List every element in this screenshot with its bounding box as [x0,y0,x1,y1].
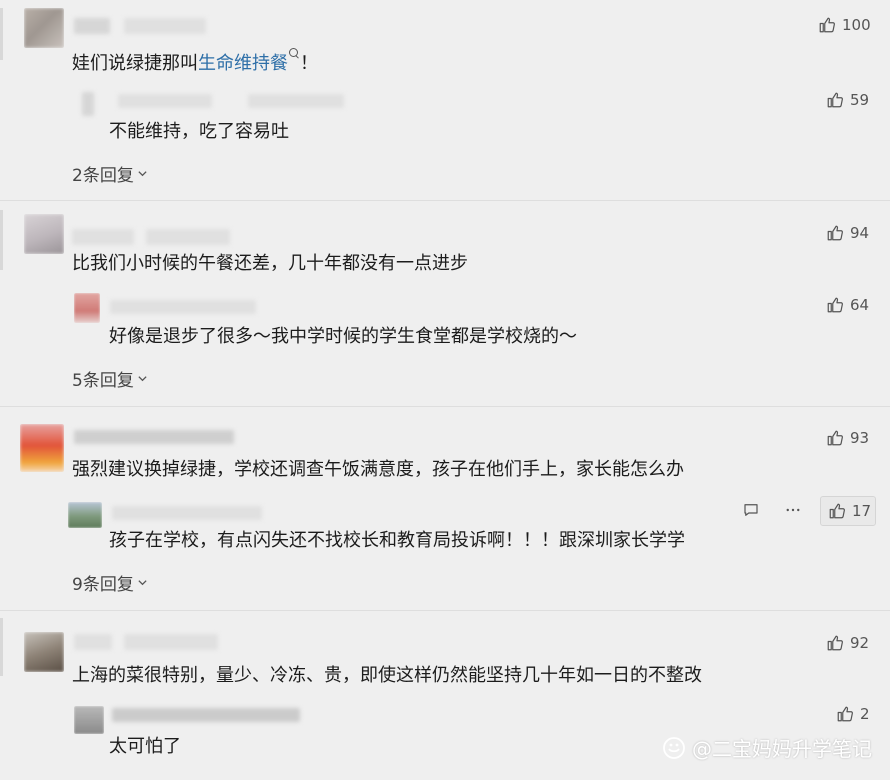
reply-avatar[interactable] [74,293,100,323]
reply-like-button[interactable]: 2 [836,705,870,723]
like-count: 94 [850,224,870,242]
reply-avatar[interactable] [68,502,102,528]
comment-4-indicator [0,618,3,676]
like-count: 92 [850,634,870,652]
like-count: 93 [850,429,870,447]
view-replies-button[interactable]: 5条回复 [72,366,148,391]
reply-avatar[interactable] [82,92,94,116]
comment-2-indicator [0,210,3,270]
reply-username-redacted [118,94,212,108]
like-count: 17 [852,502,872,520]
reply-username-redacted [112,506,262,520]
thumbs-up-icon [827,225,843,241]
replies-label: 5条回复 [72,371,134,391]
divider [0,406,890,407]
view-replies-button[interactable]: 9条回复 [72,570,148,595]
divider [0,610,890,611]
replies-label: 2条回复 [72,166,134,186]
comment-text: 娃们说绿捷那叫生命维持餐！ [72,48,318,76]
reply-like-button[interactable]: 59 [826,91,869,109]
watermark-text: @二宝妈妈升学笔记 [692,737,872,761]
reply-like-button[interactable]: 17 [828,502,871,520]
like-button[interactable]: 94 [826,224,869,242]
username-redacted [74,634,112,650]
username-redacted [74,430,234,444]
like-count: 100 [842,16,871,34]
watermark-logo-icon [663,736,685,759]
reply-meta-redacted [248,94,344,108]
more-options-button[interactable] [781,498,805,522]
comment-icon [744,504,758,516]
thumbs-up-icon [827,92,843,108]
reply-text: 不能维持，吃了容易吐 [109,121,289,142]
like-count: 59 [850,91,870,109]
thumbs-up-icon [827,297,843,313]
reply-text: 太可怕了 [109,736,181,757]
meta-redacted [124,18,206,34]
reply-text: 孩子在学校，有点闪失还不找校长和教育局投诉啊！！！跟深圳家长学学 [109,530,685,551]
watermark: @二宝妈妈升学笔记 [662,733,872,762]
reply-like-button-hover[interactable]: 17 [820,496,876,526]
like-button[interactable]: 93 [826,429,869,447]
avatar[interactable] [24,214,64,254]
chevron-down-icon [138,580,147,586]
comment-1-indicator [0,8,3,60]
search-icon [289,48,300,59]
comment-text: 上海的菜很特别，量少、冷冻、贵，即使这样仍然能坚持几十年如一日的不整改 [72,665,702,686]
avatar[interactable] [24,8,64,48]
reply-like-button[interactable]: 64 [826,296,869,314]
avatar[interactable] [20,424,64,472]
more-icon [786,508,800,512]
thumbs-up-icon [819,17,835,33]
like-button[interactable]: 92 [826,634,869,652]
reply-username-redacted [110,300,256,314]
username-redacted [74,18,110,34]
thumbs-up-icon [827,430,843,446]
reply-avatar[interactable] [74,706,104,734]
meta-redacted [146,229,230,245]
chevron-down-icon [138,376,147,382]
chevron-down-icon [138,171,147,177]
divider [0,200,890,201]
meta-redacted [124,634,218,650]
replies-label: 9条回复 [72,575,134,595]
username-redacted [72,229,134,245]
like-count: 64 [850,296,870,314]
reply-comment-button[interactable] [739,498,763,522]
like-count: 2 [860,705,870,723]
thumbs-up-icon [827,635,843,651]
reply-text: 好像是退步了很多～我中学时候的学生食堂都是学校烧的～ [109,326,577,347]
view-replies-button[interactable]: 2条回复 [72,161,148,186]
thumbs-up-icon [829,503,845,519]
comment-text: 比我们小时候的午餐还差，几十年都没有一点进步 [72,253,468,274]
reply-username-redacted [112,708,300,722]
search-link[interactable]: 生命维持餐 [198,48,300,74]
like-button[interactable]: 100 [818,16,871,34]
comment-text: 强烈建议换掉绿捷，学校还调查午饭满意度，孩子在他们手上，家长能怎么办 [72,459,684,480]
thumbs-up-icon [837,706,853,722]
avatar[interactable] [24,632,64,672]
